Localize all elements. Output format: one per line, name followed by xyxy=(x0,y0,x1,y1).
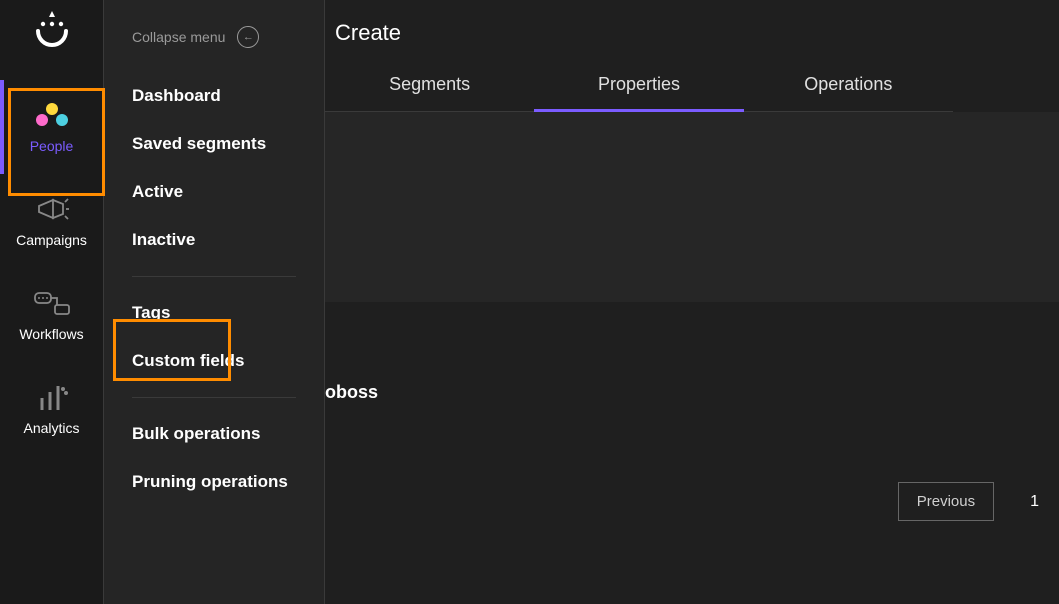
tab-segments[interactable]: Segments xyxy=(325,58,534,111)
menu-item-dashboard[interactable]: Dashboard xyxy=(132,72,296,120)
breadcrumb-tail: Create xyxy=(335,20,401,45)
nav-item-analytics[interactable]: Analytics xyxy=(7,362,97,456)
megaphone-icon xyxy=(30,194,74,226)
pagination: Previous 1 xyxy=(898,482,1039,521)
menu-item-saved-segments[interactable]: Saved segments xyxy=(132,120,296,168)
logo-icon[interactable] xyxy=(31,10,73,52)
nav-item-workflows[interactable]: Workflows xyxy=(7,268,97,362)
tab-operations[interactable]: Operations xyxy=(744,58,953,111)
menu-section: Dashboard Saved segments Active Inactive… xyxy=(104,72,324,506)
nav-item-campaigns[interactable]: Campaigns xyxy=(7,174,97,268)
menu-item-custom-fields[interactable]: Custom fields xyxy=(132,337,296,385)
tab-properties[interactable]: Properties xyxy=(534,58,743,111)
page-number: 1 xyxy=(1030,493,1039,511)
content-block xyxy=(325,112,1059,302)
sidebar-narrow: People Campaigns Workflows xyxy=(0,0,104,604)
breadcrumb: Create xyxy=(325,0,1059,58)
menu-item-bulk-operations[interactable]: Bulk operations xyxy=(132,410,296,458)
nav-item-people[interactable]: People xyxy=(7,80,97,174)
menu-item-inactive[interactable]: Inactive xyxy=(132,216,296,264)
nav-label: Workflows xyxy=(19,326,83,342)
nav-label: Analytics xyxy=(23,420,79,436)
menu-item-active[interactable]: Active xyxy=(132,168,296,216)
people-icon xyxy=(30,100,74,132)
nav-label: People xyxy=(30,138,74,154)
nav-label: Campaigns xyxy=(16,232,87,248)
analytics-icon xyxy=(30,382,74,414)
tabs-row: Segments Properties Operations xyxy=(325,58,953,112)
workflow-icon xyxy=(30,288,74,320)
menu-divider xyxy=(132,276,296,277)
partial-text: oboss xyxy=(325,382,378,403)
menu-divider xyxy=(132,397,296,398)
previous-button[interactable]: Previous xyxy=(898,482,994,521)
menu-item-tags[interactable]: Tags xyxy=(132,289,296,337)
arrow-left-circle-icon: ← xyxy=(237,26,259,48)
menu-item-pruning-operations[interactable]: Pruning operations xyxy=(132,458,296,506)
sidebar-wide: Collapse menu ← Dashboard Saved segments… xyxy=(104,0,325,604)
collapse-menu-button[interactable]: Collapse menu ← xyxy=(104,18,324,72)
collapse-label: Collapse menu xyxy=(132,29,225,45)
